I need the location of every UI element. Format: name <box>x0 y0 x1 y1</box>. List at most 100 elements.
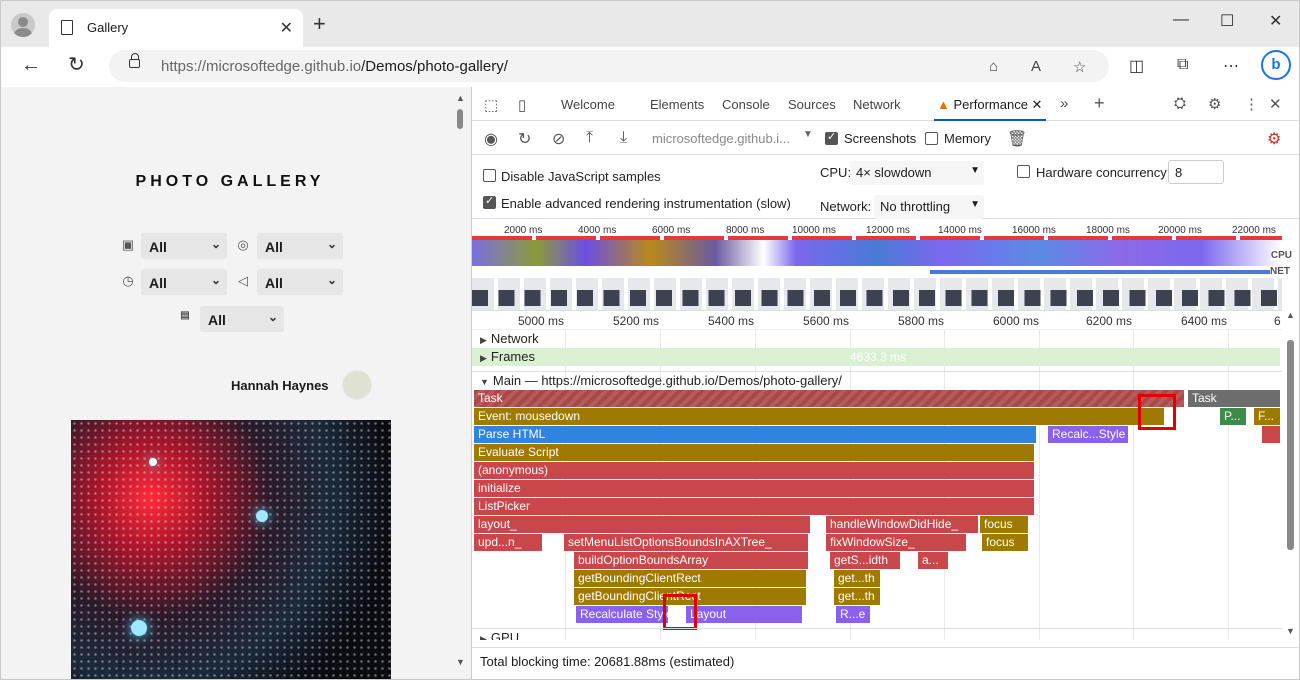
disable-js-checkbox[interactable] <box>483 169 496 182</box>
advanced-instrumentation-checkbox[interactable] <box>483 194 496 209</box>
main-track[interactable]: ▼ Main — https://microsoftedge.github.io/… <box>472 371 1282 389</box>
split-screen-icon[interactable]: ◫ <box>1129 56 1144 76</box>
avatar[interactable] <box>342 370 372 400</box>
flame-recalc[interactable]: R...e <box>836 606 870 623</box>
recording-select[interactable]: microsoftedge.github.i... <box>652 131 790 146</box>
flame-get-width[interactable]: get...th <box>834 588 880 605</box>
flame-block[interactable] <box>1262 426 1280 443</box>
flame-build-option-bounds[interactable]: buildOptionBoundsArray <box>574 552 808 569</box>
flame-get-bounding-client-rect[interactable]: getBoundingClientRect <box>574 570 806 587</box>
timeline-overview[interactable]: 2000 ms 4000 ms 6000 ms 8000 ms 10000 ms… <box>472 222 1292 310</box>
scroll-thumb[interactable] <box>457 109 463 129</box>
more-tabs-icon[interactable]: » <box>1060 95 1068 112</box>
app-available-icon[interactable]: ⌂ <box>989 58 998 75</box>
flame-set-menu-list-options[interactable]: setMenuListOptionsBoundsInAXTree_ <box>564 534 808 551</box>
flame-chart[interactable]: ▶ Network 4633.3 ms ▶ Frames ▼ Main — https… <box>472 330 1282 640</box>
aperture-select[interactable]: All ⌄ <box>257 233 343 259</box>
flame-focus[interactable]: focus <box>980 516 1028 533</box>
flame-parse-html[interactable]: Parse HTML <box>474 426 1036 443</box>
network-track[interactable]: ▶ Network <box>472 331 1282 349</box>
tab-sources[interactable]: Sources <box>788 97 836 112</box>
capture-settings-icon[interactable]: ⚙ <box>1267 129 1281 149</box>
reload-record-icon[interactable]: ↻ <box>518 129 531 149</box>
settings-gear-icon[interactable]: ⚙ <box>1208 95 1221 113</box>
record-icon[interactable]: ◉ <box>484 129 498 149</box>
close-tab-icon[interactable]: ✕ <box>280 18 293 38</box>
gpu-track[interactable]: ▶ GPU <box>472 628 1282 640</box>
minimize-icon[interactable]: — <box>1173 11 1189 29</box>
device-emulation-icon[interactable]: ▯ <box>518 96 526 114</box>
flame-fix-window-size[interactable]: fixWindowSize_ <box>826 534 966 551</box>
frames-track[interactable]: ▶ Frames <box>472 349 1282 367</box>
scroll-thumb[interactable] <box>1287 340 1294 550</box>
copilot-icon[interactable]: b <box>1261 50 1291 80</box>
hardware-concurrency-input[interactable]: 8 <box>1168 160 1224 184</box>
lock-icon[interactable] <box>129 53 140 68</box>
flame-initialize[interactable]: initialize <box>474 480 1034 497</box>
scroll-up-icon[interactable]: ▲ <box>456 93 465 103</box>
flame-evaluate-script[interactable]: Evaluate Script <box>474 444 1034 461</box>
gallery-photo[interactable] <box>71 420 391 679</box>
download-icon[interactable]: ⤓ <box>620 129 627 147</box>
flame-get-style-width[interactable]: getS...idth <box>830 552 900 569</box>
flame-scrollbar[interactable]: ▲ ▼ <box>1284 310 1298 640</box>
chevron-down-icon: ▼ <box>970 165 980 176</box>
flame-event-mousedown[interactable]: Event: mousedown <box>474 408 1164 425</box>
read-aloud-icon[interactable]: A <box>1031 58 1041 75</box>
memory-checkbox[interactable] <box>925 132 938 145</box>
iso-select[interactable]: All ⌄ <box>200 306 284 332</box>
tab-gallery[interactable]: Gallery ✕ <box>49 9 303 47</box>
tab-welcome[interactable]: Welcome <box>561 97 615 112</box>
flame-layout[interactable]: Layout <box>686 606 802 623</box>
camera-select[interactable]: All ⌄ <box>141 233 227 259</box>
network-throttle-select[interactable]: No throttling ▼ <box>874 195 984 219</box>
scroll-up-icon[interactable]: ▲ <box>1286 310 1295 320</box>
flame-recalculate-style[interactable]: Recalculate Style <box>576 606 668 623</box>
collections-icon[interactable]: ⧉ <box>1177 56 1188 74</box>
tab-network[interactable]: Network <box>853 97 901 112</box>
flame-focus[interactable]: focus <box>982 534 1028 551</box>
trash-icon[interactable]: 🗑 <box>1007 129 1027 149</box>
tab-console[interactable]: Console <box>722 97 770 112</box>
network-conditions-icon[interactable]: ⛭ <box>1174 95 1186 112</box>
flame-task[interactable]: Task <box>1188 390 1280 407</box>
close-devtools-icon[interactable]: ✕ <box>1269 95 1282 113</box>
speaker-select[interactable]: All ⌄ <box>257 269 343 295</box>
refresh-icon[interactable]: ↻ <box>68 55 85 75</box>
upload-icon[interactable]: ⤒ <box>586 129 593 147</box>
tab-performance[interactable]: ▲ Performance ✕ <box>937 97 1042 113</box>
flame-recalc-style[interactable]: Recalc...Style <box>1048 426 1128 443</box>
flame-function[interactable]: F... <box>1254 408 1280 425</box>
flame-a[interactable]: a... <box>918 552 948 569</box>
new-tab-icon[interactable]: + <box>313 13 326 35</box>
flame-handle-window-did-hide[interactable]: handleWindowDidHide_ <box>826 516 978 533</box>
tab-elements[interactable]: Elements <box>650 97 704 112</box>
more-menu-icon[interactable]: ⋮ <box>1244 95 1259 113</box>
scroll-down-icon[interactable]: ▼ <box>1286 626 1295 636</box>
close-tab-icon[interactable]: ✕ <box>1032 97 1043 112</box>
cpu-throttle-select[interactable]: 4× slowdown ▼ <box>850 161 984 185</box>
hardware-concurrency-checkbox[interactable] <box>1017 165 1030 178</box>
scroll-down-icon[interactable]: ▼ <box>456 657 465 667</box>
profile-icon[interactable] <box>11 13 35 37</box>
back-icon[interactable]: ← <box>21 55 41 75</box>
more-options-icon[interactable]: ⋯ <box>1223 56 1239 76</box>
flame-update[interactable]: upd...n_ <box>474 534 542 551</box>
flame-listpicker[interactable]: ListPicker <box>474 498 1034 515</box>
add-tab-icon[interactable]: + <box>1094 93 1105 114</box>
flame-anonymous[interactable]: (anonymous) <box>474 462 1034 479</box>
close-window-icon[interactable]: ✕ <box>1269 11 1282 31</box>
clear-icon[interactable]: ⊘ <box>552 129 565 149</box>
maximize-icon[interactable]: ☐ <box>1220 11 1234 31</box>
shutter-select[interactable]: All ⌄ <box>141 269 227 295</box>
flame-paint[interactable]: P... <box>1220 408 1246 425</box>
page-scrollbar[interactable] <box>454 87 466 679</box>
flame-layout-fn[interactable]: layout_ <box>474 516 810 533</box>
flame-task[interactable]: Task <box>474 390 1184 407</box>
chevron-down-icon[interactable]: ▼ <box>803 129 813 140</box>
favorite-star-icon[interactable]: ☆ <box>1073 58 1086 76</box>
url-field[interactable]: https://microsoftedge.github.io/Demos/ph… <box>109 50 1109 82</box>
inspect-icon[interactable]: ⬚ <box>484 96 498 114</box>
flame-get-width[interactable]: get...th <box>834 570 880 587</box>
screenshots-checkbox[interactable] <box>825 130 838 145</box>
